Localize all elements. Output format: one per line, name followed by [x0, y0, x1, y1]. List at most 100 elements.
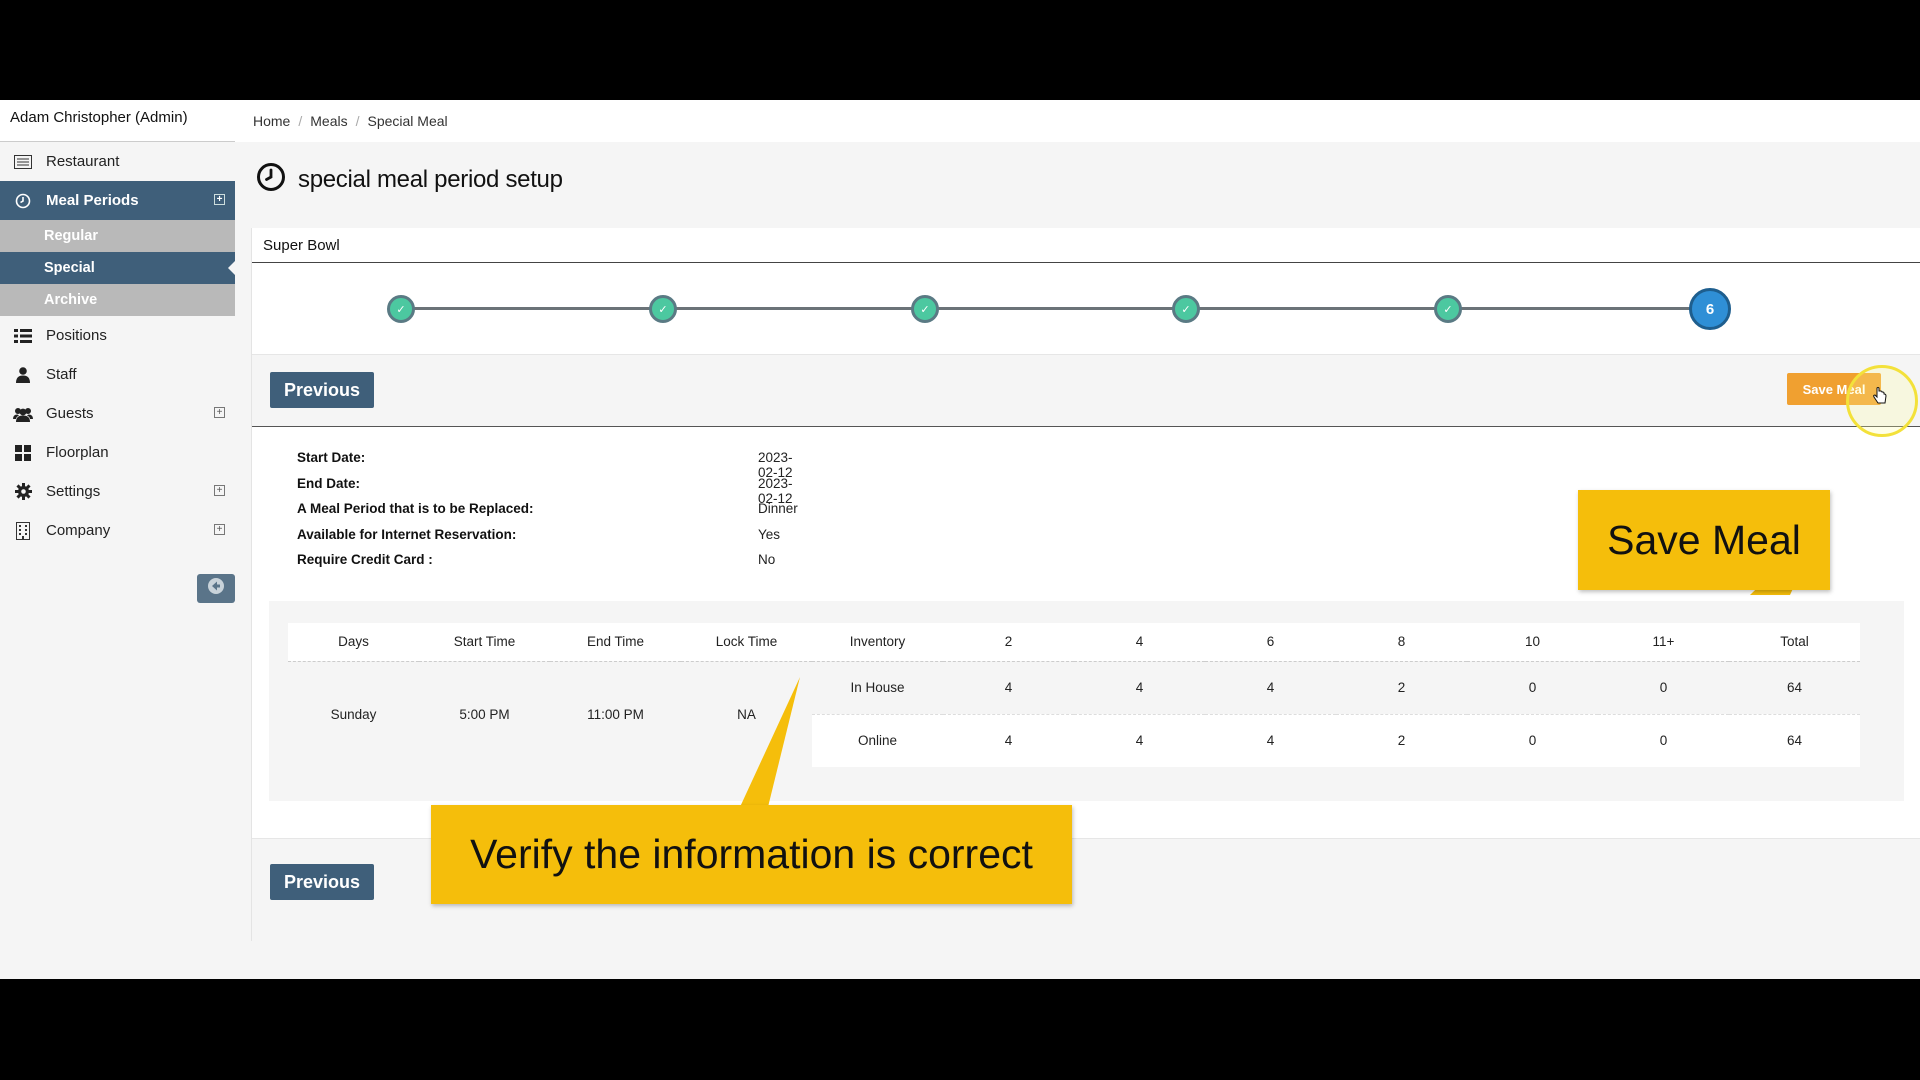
check-icon: ✓ — [396, 303, 406, 316]
internet-value: Yes — [758, 526, 781, 542]
schedule-section: Days Start Time End Time Lock Time Inven… — [269, 601, 1904, 801]
sidebar-item-label: Meal Periods — [46, 192, 139, 209]
sidebar-subitem-regular[interactable]: Regular — [0, 220, 235, 252]
inventory-cell: In House — [812, 661, 943, 715]
sidebar-item-guests[interactable]: Guests + — [0, 394, 235, 433]
total-cell: 64 — [1729, 661, 1860, 715]
wizard-stepper: ✓ ✓ ✓ ✓ ✓ 6 — [252, 263, 1920, 355]
clock-icon — [256, 162, 286, 197]
breadcrumb-home[interactable]: Home — [253, 113, 290, 129]
breadcrumb-separator: / — [298, 113, 303, 129]
sidebar-item-label: Staff — [46, 366, 77, 383]
gear-icon — [13, 482, 33, 502]
meal-name: Super Bowl — [252, 228, 1920, 263]
col-header: Inventory — [812, 623, 943, 662]
value-cell: 0 — [1598, 661, 1729, 715]
step-6-current[interactable]: 6 — [1689, 288, 1731, 330]
list-icon — [13, 326, 33, 346]
sidebar-item-floorplan[interactable]: Floorplan — [0, 433, 235, 472]
table-row: Sunday 5:00 PM 11:00 PM NA In House 4 4 … — [288, 661, 1860, 722]
verify-info-callout: Verify the information is correct — [431, 805, 1072, 904]
day-cell: Sunday — [330, 706, 377, 722]
sidebar-item-label: Guests — [46, 405, 94, 422]
sidebar-subitem-archive[interactable]: Archive — [0, 284, 235, 316]
value-cell: 4 — [1205, 661, 1336, 715]
check-icon: ✓ — [920, 303, 930, 316]
value-cell: 4 — [1205, 714, 1336, 767]
list-icon — [13, 152, 33, 172]
schedule-table: Days Start Time End Time Lock Time Inven… — [288, 623, 1860, 767]
value-cell: 0 — [1598, 714, 1729, 767]
sidebar-nav-lower: Positions Staff Guests + Floorplan Setti… — [0, 316, 235, 550]
hand-cursor-icon — [1873, 387, 1887, 410]
value-cell: 4 — [943, 661, 1074, 715]
check-icon: ✓ — [1443, 303, 1453, 316]
replaced-label: A Meal Period that is to be Replaced: — [297, 501, 534, 516]
breadcrumb: Home / Meals / Special Meal — [235, 100, 1920, 142]
check-icon: ✓ — [658, 303, 668, 316]
step-3-complete[interactable]: ✓ — [911, 295, 939, 323]
credit-value: No — [758, 552, 776, 567]
meal-periods-submenu: Regular Special Archive — [0, 220, 235, 316]
col-header: Start Time — [419, 623, 550, 662]
sidebar-item-settings[interactable]: Settings + — [0, 472, 235, 511]
sidebar-nav: Restaurant Meal Periods + — [0, 142, 235, 220]
expand-icon[interactable]: + — [214, 407, 225, 418]
col-header: 6 — [1205, 623, 1336, 662]
end-date-label: End Date: — [297, 475, 361, 491]
start-time-cell: 5:00 PM — [459, 706, 510, 722]
col-header: 10 — [1467, 623, 1598, 662]
step-4-complete[interactable]: ✓ — [1172, 295, 1200, 323]
sidebar-item-staff[interactable]: Staff — [0, 355, 235, 394]
clock-icon — [13, 191, 33, 211]
credit-label: Require Credit Card : — [297, 552, 433, 567]
inventory-cell: Online — [812, 714, 943, 767]
col-header: Days — [288, 623, 419, 662]
col-header: End Time — [550, 623, 681, 662]
table-header-row: Days Start Time End Time Lock Time Inven… — [288, 623, 1860, 662]
breadcrumb-meals[interactable]: Meals — [310, 113, 347, 129]
page-header: special meal period setup — [256, 162, 563, 197]
col-header: Lock Time — [681, 623, 812, 662]
sidebar-item-meal-periods[interactable]: Meal Periods + — [0, 181, 235, 220]
col-header: 4 — [1074, 623, 1205, 662]
step-2-complete[interactable]: ✓ — [649, 295, 677, 323]
col-header: Total — [1729, 623, 1860, 662]
top-actions: Previous Save Meal — [252, 355, 1920, 437]
col-header: 2 — [943, 623, 1074, 662]
total-cell: 64 — [1729, 714, 1860, 767]
sidebar-item-positions[interactable]: Positions — [0, 316, 235, 355]
value-cell: 2 — [1336, 661, 1467, 715]
expand-icon[interactable]: + — [214, 485, 225, 496]
previous-button[interactable]: Previous — [270, 372, 374, 408]
internet-label: Available for Internet Reservation: — [297, 526, 517, 542]
replaced-value: Dinner — [758, 501, 798, 516]
sidebar-subitem-special[interactable]: Special — [0, 252, 235, 284]
value-cell: 4 — [1074, 714, 1205, 767]
expand-icon[interactable]: + — [214, 194, 225, 205]
sidebar-item-label: Settings — [46, 483, 101, 500]
value-cell: 0 — [1467, 661, 1598, 715]
value-cell: 0 — [1467, 714, 1598, 767]
current-user: Adam Christopher (Admin) — [0, 100, 235, 142]
sidebar-item-label: Restaurant — [46, 153, 120, 170]
stepper-track — [402, 307, 1716, 310]
building-icon — [13, 521, 33, 541]
user-icon — [13, 365, 33, 385]
expand-icon[interactable]: + — [214, 524, 225, 535]
step-1-complete[interactable]: ✓ — [387, 295, 415, 323]
save-meal-callout: Save Meal — [1578, 490, 1830, 590]
previous-button-bottom[interactable]: Previous — [270, 864, 374, 900]
value-cell: 4 — [1074, 661, 1205, 715]
end-time-cell: 11:00 PM — [587, 706, 644, 722]
collapse-sidebar-button[interactable] — [197, 574, 235, 603]
value-cell: 4 — [943, 714, 1074, 767]
sidebar-item-restaurant[interactable]: Restaurant — [0, 142, 235, 181]
sidebar-item-company[interactable]: Company + — [0, 511, 235, 550]
page-title: special meal period setup — [298, 165, 563, 193]
step-5-complete[interactable]: ✓ — [1434, 295, 1462, 323]
col-header: 11+ — [1598, 623, 1729, 662]
check-icon: ✓ — [1181, 303, 1191, 316]
sidebar: Adam Christopher (Admin) Restaurant Meal… — [0, 100, 235, 979]
col-header: 8 — [1336, 623, 1467, 662]
